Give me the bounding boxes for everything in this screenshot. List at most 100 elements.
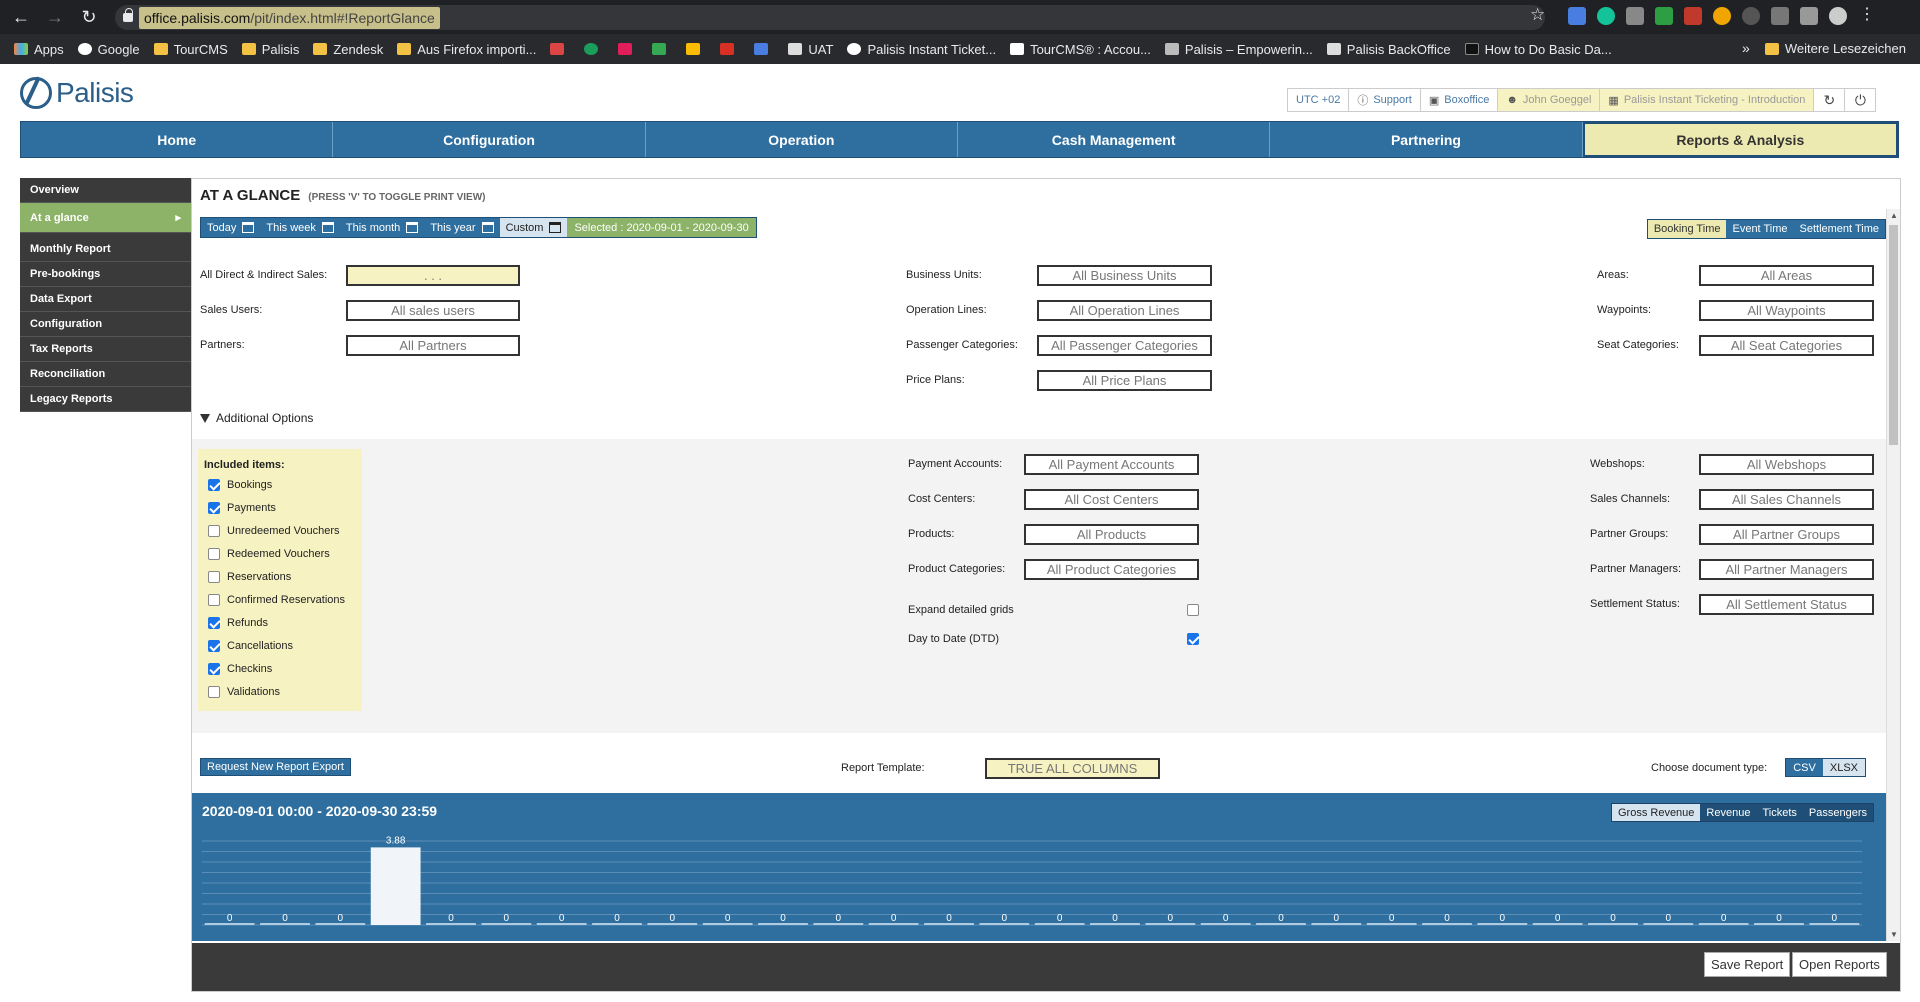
extension-icon[interactable]	[1626, 7, 1644, 25]
webshops-field[interactable]: All Webshops	[1699, 454, 1874, 475]
day-to-date-checkbox[interactable]	[1187, 633, 1199, 645]
metric-passengers[interactable]: Passengers	[1803, 804, 1873, 821]
bookmark-hangouts[interactable]	[584, 43, 604, 55]
chart-bar[interactable]	[370, 847, 421, 925]
csv-button[interactable]: CSV	[1786, 759, 1823, 776]
event-time-button[interactable]: Event Time	[1726, 220, 1793, 238]
palisis-logo[interactable]: Palisis	[20, 77, 134, 109]
company-button[interactable]: ▦ Palisis Instant Ticketing - Introductio…	[1599, 88, 1815, 112]
grammarly-extension-icon[interactable]	[1597, 7, 1615, 25]
address-bar[interactable]: office.palisis.com/pit/index.html#!Repor…	[115, 5, 1545, 30]
included-item-row[interactable]: Bookings	[208, 479, 272, 491]
bookmark-empowering[interactable]: Palisis – Empowerin...	[1164, 42, 1313, 57]
nav-partnering[interactable]: Partnering	[1270, 122, 1583, 157]
scroll-down-icon[interactable]: ▼	[1890, 930, 1898, 939]
boxoffice-button[interactable]: ▣ Boxoffice	[1419, 88, 1499, 112]
settlement-time-button[interactable]: Settlement Time	[1794, 220, 1885, 238]
seat-categories-field[interactable]: All Seat Categories	[1699, 335, 1874, 356]
date-today-button[interactable]: Today	[201, 218, 260, 237]
bookmark-backoffice[interactable]: Palisis BackOffice	[1326, 42, 1451, 57]
user-button[interactable]: ☻ John Goeggel	[1497, 88, 1601, 112]
bookmark-zendesk[interactable]: Zendesk	[313, 42, 383, 57]
bookmark-tourcms[interactable]: TourCMS	[153, 42, 228, 57]
nav-configuration[interactable]: Configuration	[333, 122, 646, 157]
included-item-checkbox[interactable]	[208, 640, 220, 652]
included-item-checkbox[interactable]	[208, 479, 220, 491]
shield-extension-icon[interactable]	[1655, 7, 1673, 25]
operation-lines-field[interactable]: All Operation Lines	[1037, 300, 1212, 321]
metric-revenue[interactable]: Revenue	[1700, 804, 1756, 821]
product-categories-field[interactable]: All Product Categories	[1024, 559, 1199, 580]
puzzle-icon[interactable]	[1800, 7, 1818, 25]
included-item-row[interactable]: Reservations	[208, 571, 291, 583]
bookmark-translate[interactable]	[754, 43, 774, 55]
xlsx-button[interactable]: XLSX	[1822, 759, 1865, 776]
bookmark-slack[interactable]	[618, 43, 638, 55]
included-item-checkbox[interactable]	[208, 525, 220, 537]
areas-field[interactable]: All Areas	[1699, 265, 1874, 286]
metric-tickets[interactable]: Tickets	[1756, 804, 1802, 821]
bookmark-uat[interactable]: UAT	[788, 42, 833, 57]
date-year-button[interactable]: This year	[424, 218, 499, 237]
date-custom-button[interactable]: Custom	[499, 218, 568, 237]
additional-options-toggle[interactable]: Additional Options	[200, 411, 313, 425]
calendar-icon[interactable]	[549, 222, 562, 233]
nav-home[interactable]: Home	[21, 122, 334, 157]
included-item-checkbox[interactable]	[208, 571, 220, 583]
report-template-field[interactable]: TRUE ALL COLUMNS	[985, 758, 1160, 779]
translate-extension-icon[interactable]	[1568, 7, 1586, 25]
calendar-icon[interactable]	[481, 222, 494, 233]
expand-grids-checkbox[interactable]	[1187, 604, 1199, 616]
included-item-checkbox[interactable]	[208, 548, 220, 560]
date-month-button[interactable]: This month	[340, 218, 424, 237]
sales-filter-field[interactable]: . . .	[346, 265, 520, 286]
bookmark-palisis[interactable]: Palisis	[241, 42, 299, 57]
calendar-icon[interactable]	[242, 222, 255, 233]
included-item-row[interactable]: Redeemed Vouchers	[208, 548, 330, 560]
sidebar-item-pre-bookings[interactable]: Pre-bookings	[20, 262, 191, 287]
metric-gross-revenue[interactable]: Gross Revenue	[1611, 804, 1701, 821]
partner-groups-field[interactable]: All Partner Groups	[1699, 524, 1874, 545]
refresh-button[interactable]: ↻	[1813, 88, 1846, 112]
other-bookmarks[interactable]: Weitere Lesezeichen	[1764, 41, 1906, 56]
business-units-field[interactable]: All Business Units	[1037, 265, 1212, 286]
chrome-extension-icon[interactable]	[1713, 7, 1731, 25]
bookmark-keep[interactable]	[686, 43, 706, 55]
forward-icon[interactable]: →	[42, 4, 68, 30]
bookmark-firefox[interactable]: Aus Firefox importi...	[397, 42, 536, 57]
ublock-extension-icon[interactable]	[1684, 7, 1702, 25]
included-item-checkbox[interactable]	[208, 594, 220, 606]
network-extension-icon[interactable]	[1771, 7, 1789, 25]
booking-time-button[interactable]: Booking Time	[1647, 220, 1727, 238]
bookmark-drive[interactable]	[652, 43, 672, 55]
reload-icon[interactable]: ↻	[76, 4, 102, 30]
scroll-up-icon[interactable]: ▲	[1890, 211, 1898, 220]
content-scrollbar[interactable]: ▲ ▼	[1886, 209, 1900, 941]
open-reports-button[interactable]: Open Reports	[1792, 952, 1887, 977]
included-item-row[interactable]: Checkins	[208, 663, 272, 675]
more-bookmarks-icon[interactable]: »	[1742, 40, 1750, 56]
date-week-button[interactable]: This week	[260, 218, 340, 237]
bookmark-gmail[interactable]	[550, 43, 570, 55]
back-icon[interactable]: ←	[8, 4, 34, 30]
waypoints-field[interactable]: All Waypoints	[1699, 300, 1874, 321]
bookmark-red[interactable]	[720, 43, 740, 55]
payment-accounts-field[interactable]: All Payment Accounts	[1024, 454, 1199, 475]
sidebar-item-overview[interactable]: Overview	[20, 178, 191, 203]
bookmark-basic-da[interactable]: How to Do Basic Da...	[1464, 42, 1612, 57]
included-item-checkbox[interactable]	[208, 617, 220, 629]
included-item-row[interactable]: Confirmed Reservations	[208, 594, 345, 606]
bookmark-star-icon[interactable]: ☆	[1530, 5, 1545, 25]
save-report-button[interactable]: Save Report	[1704, 952, 1791, 977]
sidebar-item-data-export[interactable]: Data Export	[20, 287, 191, 312]
bookmark-google[interactable]: Google	[77, 42, 140, 57]
profile-avatar-icon[interactable]	[1829, 7, 1847, 25]
cost-centers-field[interactable]: All Cost Centers	[1024, 489, 1199, 510]
nav-cash-management[interactable]: Cash Management	[958, 122, 1271, 157]
bookmark-pit[interactable]: Palisis Instant Ticket...	[847, 42, 996, 57]
included-item-checkbox[interactable]	[208, 502, 220, 514]
included-item-checkbox[interactable]	[208, 686, 220, 698]
sidebar-item-monthly-report[interactable]: Monthly Report	[20, 237, 191, 262]
calendar-icon[interactable]	[321, 222, 334, 233]
settlement-status-field[interactable]: All Settlement Status	[1699, 594, 1874, 615]
